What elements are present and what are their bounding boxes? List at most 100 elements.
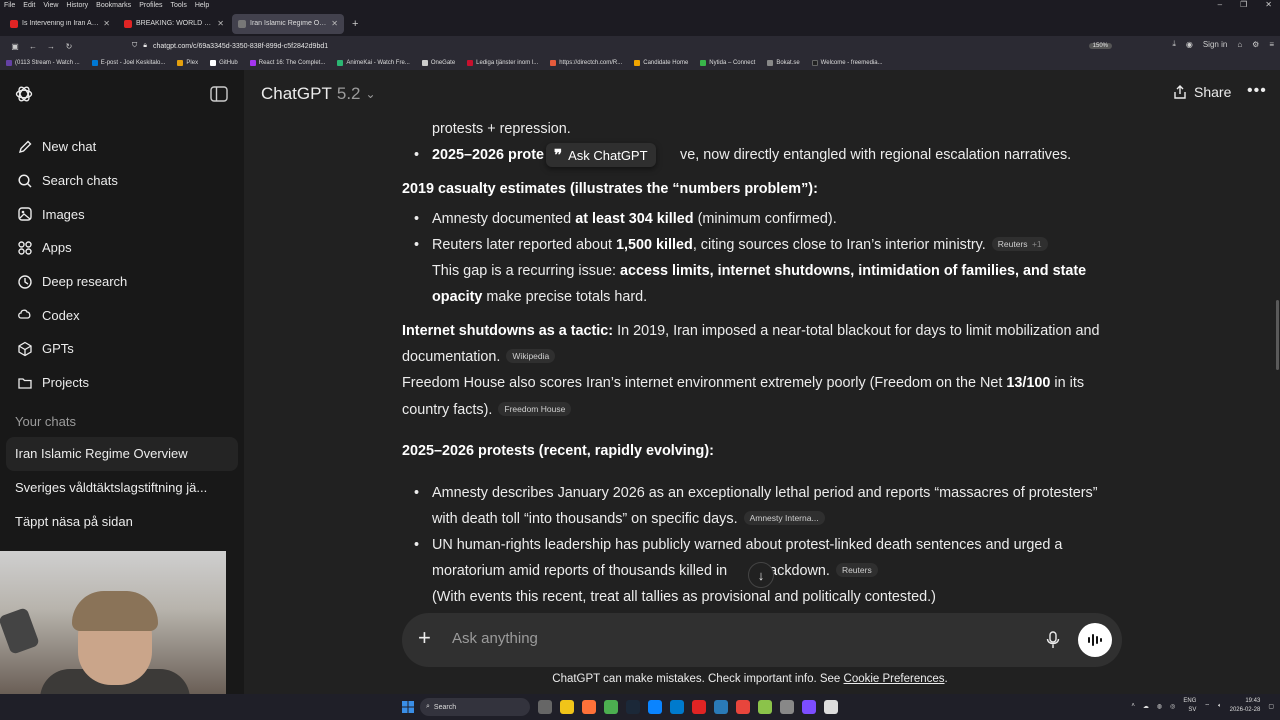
voice-mode-button[interactable] (1078, 623, 1112, 657)
sidebar-item-apps[interactable]: Apps (6, 231, 236, 265)
tray-app-icon[interactable]: ◍ (1157, 703, 1162, 710)
bookmark-item[interactable]: GitHub (210, 60, 238, 66)
ask-chatgpt-popup[interactable]: ❞ Ask ChatGPT (546, 143, 656, 167)
menu-tools[interactable]: Tools (171, 2, 187, 9)
model-selector[interactable]: ChatGPT 5.2 ⌄ (261, 84, 376, 104)
prompt-input[interactable]: Ask anything (452, 630, 538, 647)
close-window-icon[interactable]: ✕ (1265, 0, 1272, 9)
sidebar-item-search-chats[interactable]: Search chats (6, 164, 236, 198)
scroll-down-button[interactable]: ↓ (748, 562, 774, 588)
sidebar-collapse-icon[interactable] (210, 86, 228, 102)
browser-tab-2[interactable]: BREAKING: WORLD ERUPTS AS ✕ (118, 14, 230, 34)
bookmark-item[interactable]: React 16: The Complet... (249, 60, 325, 66)
chat-history-item[interactable]: Sveriges våldtäktslagstiftning jä... (6, 471, 238, 505)
taskbar-search[interactable]: ⌕ Search (420, 698, 530, 716)
steam-icon[interactable] (626, 700, 640, 714)
browser-tab-1[interactable]: Is Intervening in Iran Actually A ✕ (4, 14, 116, 34)
settings-icon[interactable]: ⚙ (1252, 40, 1259, 49)
menu-icon[interactable]: ≡ (1269, 40, 1274, 49)
close-tab-icon[interactable]: ✕ (103, 19, 110, 28)
sign-in-label[interactable]: Sign in (1203, 40, 1227, 49)
menu-bookmarks[interactable]: Bookmarks (96, 2, 131, 9)
volume-icon[interactable]: 🔈︎ (1218, 703, 1222, 710)
close-tab-icon[interactable]: ✕ (331, 19, 338, 28)
bookmark-item[interactable]: Lediga tjänster inom l... (467, 60, 538, 66)
citation-chip[interactable]: Wikipedia (506, 349, 556, 363)
firefox-icon[interactable] (582, 700, 596, 714)
windows-start-icon[interactable] (402, 701, 414, 713)
task-view-icon[interactable] (538, 700, 552, 714)
app-icon[interactable] (802, 700, 816, 714)
menu-history[interactable]: History (66, 2, 88, 9)
notifications-icon[interactable]: ▢ (1268, 703, 1274, 710)
clock[interactable]: 19:43 2026-02-28 (1230, 697, 1261, 715)
paragraph-line: opacity make precise totals hard. (432, 284, 647, 310)
sidebar-item-projects[interactable]: Projects (6, 366, 236, 400)
share-button[interactable]: Share (1172, 84, 1231, 100)
bookmark-item[interactable]: https://directch.com/R... (550, 60, 622, 66)
sidebar-item-deep-research[interactable]: Deep research (6, 265, 236, 299)
app-icon[interactable] (692, 700, 706, 714)
app-icon[interactable] (758, 700, 772, 714)
sidebar-toggle-icon[interactable]: ▣ (6, 42, 24, 51)
bookmark-item[interactable]: Welcome - freemedia... (811, 60, 883, 66)
chat-history-item[interactable]: Täppt näsa på sidan (6, 504, 238, 538)
extensions-icon[interactable]: ⌂ (1237, 40, 1242, 49)
app-icon[interactable] (736, 700, 750, 714)
menu-file[interactable]: File (4, 2, 15, 9)
browser-tab-3[interactable]: Iran Islamic Regime Overview ✕ (232, 13, 344, 34)
network-icon[interactable]: ⌔ (1204, 702, 1210, 710)
forward-icon[interactable]: → (42, 42, 60, 51)
sidebar-item-images[interactable]: Images (6, 197, 236, 231)
menu-edit[interactable]: Edit (23, 2, 35, 9)
close-tab-icon[interactable]: ✕ (217, 19, 224, 28)
bookmark-item[interactable]: Plex (177, 60, 198, 66)
citation-chip[interactable]: Reuters +1 (991, 237, 1048, 251)
sidebar-item-codex[interactable]: Codex (6, 298, 236, 332)
bookmark-item[interactable]: OneGate (421, 60, 455, 66)
more-options-icon[interactable]: ••• (1247, 82, 1267, 100)
menu-help[interactable]: Help (195, 2, 209, 9)
cookie-preferences-link[interactable]: Cookie Preferences (844, 673, 945, 685)
sidebar-item-new-chat[interactable]: New chat (6, 130, 236, 164)
restore-icon[interactable]: ❐ (1240, 0, 1247, 9)
chrome-icon[interactable] (604, 700, 618, 714)
menu-profiles[interactable]: Profiles (139, 2, 162, 9)
sidebar-item-gpts[interactable]: GPTs (6, 332, 236, 366)
bookmark-item[interactable]: Candidate Home (634, 60, 688, 66)
bookmark-item[interactable]: E-post - Joel Keskitalo... (91, 60, 165, 66)
citation-chip[interactable]: Amnesty Interna... (743, 511, 825, 525)
citation-chip[interactable]: Freedom House (498, 402, 572, 416)
chatgpt-app-icon[interactable] (780, 700, 794, 714)
microphone-icon[interactable] (1046, 631, 1060, 649)
file-explorer-icon[interactable] (560, 700, 574, 714)
minimize-icon[interactable]: – (1218, 0, 1222, 9)
zoom-badge[interactable]: 150% (1088, 43, 1112, 49)
citation-chip[interactable]: Reuters (835, 563, 878, 577)
notepad-icon[interactable] (824, 700, 838, 714)
bookmark-item[interactable]: Bokat.se (767, 60, 800, 66)
chat-history-item[interactable]: Iran Islamic Regime Overview (6, 437, 238, 471)
bookmark-favicon-icon (767, 60, 774, 66)
bookmark-item[interactable]: Nytida – Connect (700, 60, 755, 66)
reload-icon[interactable]: ↻ (60, 42, 78, 51)
app-icon[interactable] (714, 700, 728, 714)
download-icon[interactable]: ⤓ (1172, 39, 1176, 49)
content-scrollbar[interactable] (1276, 300, 1279, 370)
bookmark-item[interactable]: (0113 Stream - Watch ... (6, 60, 80, 66)
bookmark-item[interactable]: AnimeKai - Watch Fre... (337, 60, 410, 66)
app-icon[interactable] (648, 700, 662, 714)
back-icon[interactable]: ← (24, 42, 42, 51)
account-icon[interactable]: ◉ (1186, 40, 1193, 49)
tray-app-icon[interactable]: ☁ (1143, 703, 1149, 710)
image-icon (16, 205, 34, 223)
new-tab-icon[interactable]: + (352, 18, 358, 30)
add-attachment-icon[interactable]: + (418, 625, 431, 651)
menu-view[interactable]: View (43, 2, 58, 9)
openai-logo-icon[interactable] (14, 84, 34, 104)
language-indicator[interactable]: ENG SV (1183, 697, 1196, 715)
tray-app-icon[interactable]: ◎ (1170, 703, 1175, 710)
chevron-up-icon[interactable]: ˄ (1131, 703, 1135, 709)
vscode-icon[interactable] (670, 700, 684, 714)
address-bar[interactable]: ⛉ 🔒︎ chatgpt.com/c/69a3345d-3350-838f-89… (132, 39, 1112, 53)
